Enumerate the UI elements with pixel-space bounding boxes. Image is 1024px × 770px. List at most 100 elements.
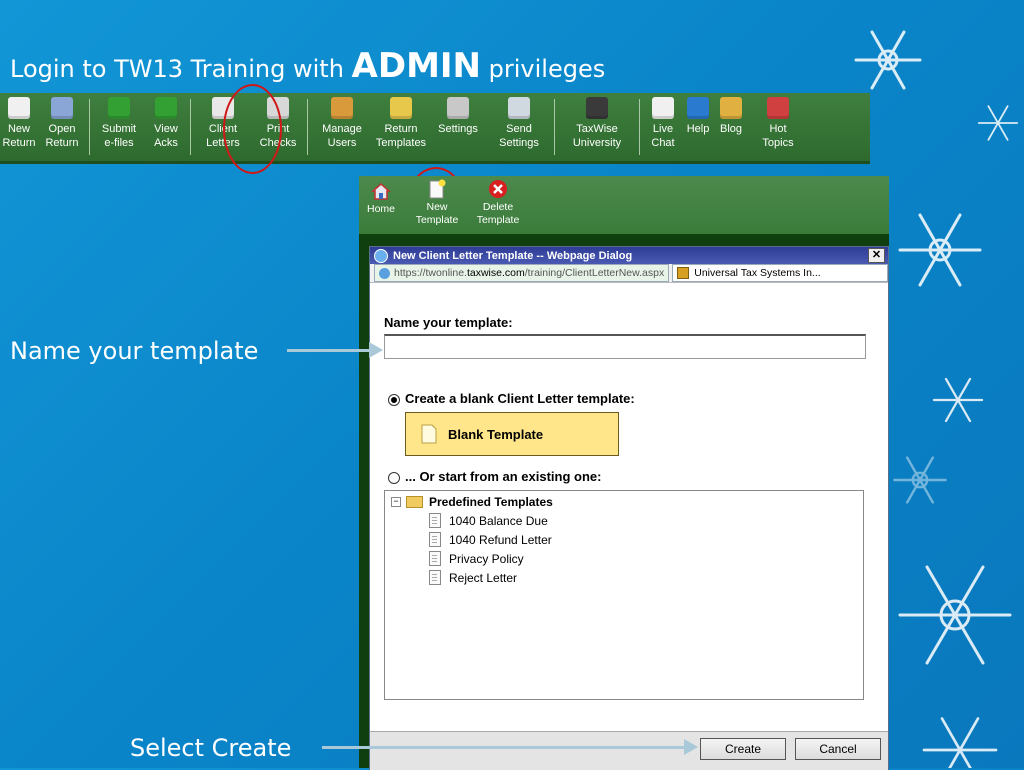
toolbar-label: Live Chat [651, 123, 675, 149]
security-text: Universal Tax Systems In... [694, 267, 821, 279]
toolbar-manage-users-button[interactable]: Manage Users [311, 93, 373, 150]
tools-icon [447, 97, 469, 119]
blank-option[interactable]: Create a blank Client Letter template: [388, 391, 635, 406]
toolbar-separator [190, 99, 191, 155]
delete-template-button[interactable]: Delete Template [473, 179, 523, 227]
new-template-icon [427, 179, 447, 199]
toolbar-label: Submit e-files [101, 123, 137, 149]
toolbar-label: Hot Topics [762, 123, 794, 149]
url-path: /training/ClientLetterNew.aspx [524, 267, 665, 279]
new-template-button[interactable]: New Template [415, 179, 459, 227]
open-folder-icon [51, 97, 73, 119]
delete-template-label: Delete Template [476, 201, 520, 226]
create-button[interactable]: Create [700, 738, 786, 760]
tree-folder[interactable]: − Predefined Templates [385, 492, 863, 511]
tree-item-label: Privacy Policy [449, 551, 524, 566]
toolbar-label: TaxWise University [572, 123, 622, 149]
delete-icon [488, 179, 508, 199]
toolbar-label: Help [686, 123, 710, 135]
toolbar-label: New Return [2, 123, 36, 149]
create-caption: Select Create [130, 734, 292, 762]
toolbar-return-templates-button[interactable]: Return Templates [373, 93, 429, 150]
new-template-dialog: New Client Letter Template -- Webpage Di… [369, 246, 889, 770]
ie-globe-icon [379, 267, 390, 279]
toolbar-separator [639, 99, 640, 155]
toolbar-separator [554, 99, 555, 155]
existing-option[interactable]: ... Or start from an existing one: [388, 469, 601, 484]
name-caption: Name your template [10, 337, 259, 365]
templates-icon [390, 97, 412, 119]
create-arrow [322, 739, 698, 755]
blank-option-label: Create a blank Client Letter template: [405, 391, 635, 406]
address-bar: https://twonline. taxwise.com/training/Cl… [370, 264, 888, 283]
toolbar-submit-e-files-button[interactable]: Submit e-files [93, 93, 145, 150]
toolbar-open-return-button[interactable]: Open Return [38, 93, 86, 150]
existing-option-label: ... Or start from an existing one: [405, 469, 602, 484]
new-template-label: New Template [415, 201, 459, 226]
existing-option-radio[interactable] [388, 471, 400, 484]
toolbar-settings-button[interactable]: Settings [429, 93, 487, 136]
toolbar-hot-topics-button[interactable]: Hot Topics [749, 93, 807, 150]
blank-option-radio[interactable] [388, 393, 400, 406]
toolbar-label: Send Settings [499, 123, 539, 149]
send-settings-icon [508, 97, 530, 119]
document-icon [429, 513, 441, 528]
templates-toolbar: Home New Template Delete Template [359, 176, 889, 234]
blank-doc-icon [421, 424, 437, 444]
toolbar-label: Open Return [45, 123, 79, 149]
blog-icon [720, 97, 742, 119]
home-label: Home [366, 203, 395, 215]
toolbar-view-acks-button[interactable]: View Acks [145, 93, 187, 150]
tree-item[interactable]: Reject Letter [385, 568, 863, 587]
toolbar-separator [307, 99, 308, 155]
blank-template-label: Blank Template [448, 426, 544, 442]
dialog-title: New Client Letter Template -- Webpage Di… [393, 249, 633, 262]
client-letters-highlight [223, 84, 282, 174]
title-suffix: privileges [481, 55, 606, 83]
tree-items: 1040 Balance Due 1040 Refund Letter Privac… [385, 511, 863, 587]
toolbar-help-button[interactable]: Help [683, 93, 713, 136]
toolbar-label: Settings [438, 123, 478, 135]
dialog-close-button[interactable]: ✕ [868, 248, 885, 263]
hot-topics-icon [767, 97, 789, 119]
cancel-button[interactable]: Cancel [795, 738, 881, 760]
toolbar-label: Return Templates [375, 123, 427, 149]
title-bold: ADMIN [351, 46, 482, 86]
security-badge[interactable]: Universal Tax Systems In... [672, 264, 888, 282]
blank-template-button[interactable]: Blank Template [405, 412, 619, 456]
document-icon [429, 532, 441, 547]
folder-label: Predefined Templates [429, 494, 553, 509]
home-icon [371, 181, 391, 201]
up-arrow-icon [108, 97, 130, 119]
help-icon [687, 97, 709, 119]
toolbar-separator [89, 99, 90, 155]
template-tree[interactable]: − Predefined Templates 1040 Balance Due 1… [384, 490, 864, 700]
toolbar-label: Blog [719, 123, 743, 135]
toolbar-label: Manage Users [322, 123, 362, 149]
toolbar-live-chat-button[interactable]: Live Chat [643, 93, 683, 150]
title-prefix: Login to TW13 Training with [10, 55, 352, 83]
lock-icon [677, 267, 690, 279]
new-return-icon [8, 97, 30, 119]
toolbar-send-settings-button[interactable]: Send Settings [487, 93, 551, 150]
tree-item[interactable]: Privacy Policy [385, 549, 863, 568]
toolbar-taxwise-university-button[interactable]: TaxWise University [558, 93, 636, 150]
users-icon [331, 97, 353, 119]
tree-item-label: Reject Letter [449, 570, 518, 585]
template-name-input[interactable] [384, 334, 866, 359]
tree-item-label: 1040 Balance Due [449, 513, 548, 528]
collapse-icon[interactable]: − [391, 496, 401, 507]
tree-item[interactable]: 1040 Balance Due [385, 511, 863, 530]
toolbar-new-return-button[interactable]: New Return [0, 93, 38, 150]
toolbar-label: View Acks [154, 123, 178, 149]
ie-icon [374, 248, 388, 263]
tree-item[interactable]: 1040 Refund Letter [385, 530, 863, 549]
down-arrow-icon [155, 97, 177, 119]
folder-icon [406, 495, 423, 508]
slide-title: Login to TW13 Training with ADMIN privil… [10, 46, 605, 86]
document-icon [429, 570, 441, 585]
home-button[interactable]: Home [363, 181, 399, 216]
document-icon [429, 551, 441, 566]
graduate-icon [586, 97, 608, 119]
toolbar-blog-button[interactable]: Blog [713, 93, 749, 136]
